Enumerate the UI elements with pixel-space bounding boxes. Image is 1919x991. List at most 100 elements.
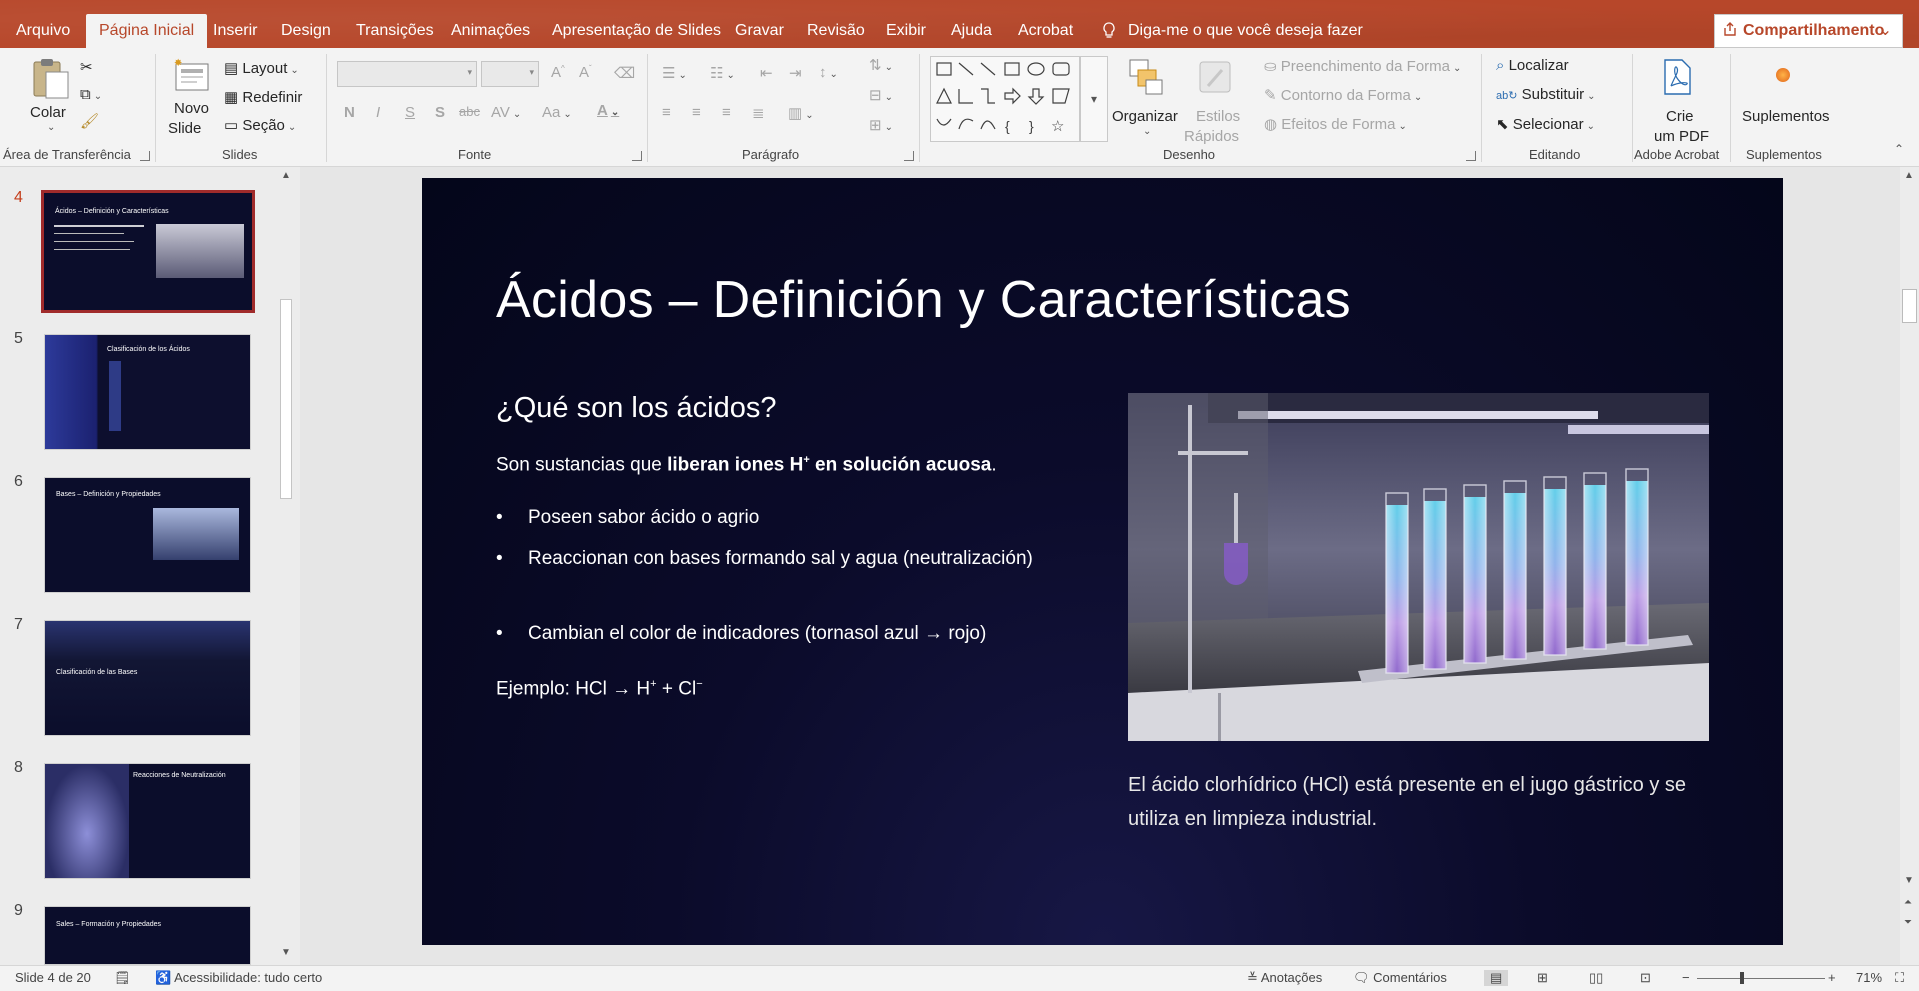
shape-fill-button[interactable]: ⛀ Preenchimento da Forma ⌄	[1264, 57, 1461, 75]
replace-button[interactable]: ab↻ Substituir ⌄	[1496, 86, 1596, 103]
strikethrough-icon[interactable]: abc	[459, 104, 480, 119]
addins-button[interactable]: Suplementos	[1740, 56, 1830, 146]
shape-outline-button[interactable]: ✎ Contorno da Forma ⌄	[1264, 86, 1422, 104]
paste-button[interactable]: Colar ⌄	[24, 54, 74, 133]
shape-effects-button[interactable]: ◍ Efeitos de Forma ⌄	[1264, 115, 1407, 133]
slide-thumbnail-4[interactable]: Ácidos – Definición y Características	[41, 190, 255, 313]
notes-edit-icon[interactable]: 🗒	[114, 970, 131, 986]
scroll-down-icon[interactable]: ▼	[281, 947, 291, 958]
slide-title[interactable]: Ácidos – Definición y Características	[496, 270, 1351, 330]
format-painter-icon[interactable]: 🖌	[80, 112, 99, 130]
align-text-icon[interactable]: ⊟ ⌄	[869, 86, 893, 104]
quick-styles-button[interactable]: Estilos Rápidos	[1182, 56, 1252, 145]
collapse-ribbon-icon[interactable]: ⌃	[1894, 142, 1904, 156]
tab-slideshow[interactable]: Apresentação de Slides	[546, 16, 727, 46]
font-color-icon[interactable]: A ⌄	[597, 102, 619, 119]
align-left-icon[interactable]: ≡	[662, 104, 671, 121]
lab-test-tubes-image[interactable]	[1128, 393, 1709, 741]
example-text[interactable]: Ejemplo: HCl → H+ + Cl−	[496, 678, 703, 700]
scroll-thumb[interactable]	[280, 299, 292, 499]
tab-acrobat[interactable]: Acrobat	[1012, 16, 1079, 46]
slide-thumbnail-5[interactable]: Clasificación de los Ácidos	[44, 334, 251, 450]
zoom-slider-handle[interactable]	[1740, 972, 1744, 984]
zoom-level[interactable]: 71%	[1856, 970, 1882, 985]
next-slide-icon[interactable]: ⏷	[1904, 917, 1912, 928]
bullet-item[interactable]: • Poseen sabor ácido o agrio	[496, 507, 759, 529]
current-slide[interactable]: Ácidos – Definición y Características ¿Q…	[422, 178, 1783, 945]
share-button[interactable]: Compartilhamento ⌄	[1714, 14, 1903, 48]
zoom-in-icon[interactable]: +	[1828, 970, 1836, 985]
tab-insert[interactable]: Inserir	[207, 16, 263, 46]
underline-icon[interactable]: S	[405, 104, 415, 121]
slideshow-icon[interactable]: ⊡	[1640, 970, 1651, 986]
slide-thumbnail-9[interactable]: Sales – Formación y Propiedades	[44, 906, 251, 965]
select-button[interactable]: ⬉ Selecionar ⌄	[1496, 115, 1595, 133]
text-direction-icon[interactable]: ⇅ ⌄	[869, 56, 893, 74]
tab-view[interactable]: Exibir	[880, 16, 932, 46]
notes-button[interactable]: ≚ Anotações	[1247, 970, 1322, 986]
align-right-icon[interactable]: ≡	[722, 104, 731, 121]
shapes-gallery[interactable]: {} ☆	[930, 56, 1080, 142]
tell-me-box[interactable]: Diga-me o que você deseja fazer	[1102, 16, 1363, 46]
arrange-button[interactable]: Organizar ⌄	[1112, 56, 1182, 142]
previous-slide-icon[interactable]: ⏶	[1904, 897, 1912, 908]
tab-transitions[interactable]: Transições	[350, 16, 440, 46]
shadow-icon[interactable]: S	[435, 104, 445, 121]
char-spacing-icon[interactable]: AV ⌄	[491, 104, 521, 121]
image-caption[interactable]: El ácido clorhídrico (HCl) está presente…	[1128, 768, 1728, 836]
slide-thumbnail-6[interactable]: Bases – Definición y Propiedades	[44, 477, 251, 593]
line-spacing-icon[interactable]: ↕ ⌄	[819, 64, 838, 81]
zoom-out-icon[interactable]: −	[1682, 970, 1690, 985]
comments-button[interactable]: 🗨 Comentários	[1353, 970, 1447, 986]
change-case-icon[interactable]: Aa ⌄	[542, 104, 572, 121]
reset-button[interactable]: ▦ Redefinir	[224, 88, 302, 106]
copy-icon[interactable]: ⧉ ⌄	[80, 86, 102, 103]
slide-thumbnail-8[interactable]: Reacciones de Neutralización	[44, 763, 251, 879]
tab-animations[interactable]: Animações	[445, 16, 536, 46]
numbering-icon[interactable]: ☷ ⌄	[710, 64, 735, 82]
create-pdf-button[interactable]: Crie um PDF	[1642, 56, 1712, 146]
bullet-item[interactable]: • Cambian el color de indicadores (tornas…	[496, 623, 986, 645]
scroll-up-icon[interactable]: ▲	[1904, 170, 1914, 181]
align-center-icon[interactable]: ≡	[692, 104, 701, 121]
clipboard-launcher-icon[interactable]	[140, 151, 150, 161]
drawing-launcher-icon[interactable]	[1466, 151, 1476, 161]
section-button[interactable]: ▭ Seção ⌄	[224, 116, 296, 134]
thumbnail-scrollbar[interactable]: ▲ ▼	[277, 167, 295, 965]
shapes-more-button[interactable]: ▾	[1080, 56, 1108, 142]
paragraph-launcher-icon[interactable]	[904, 151, 914, 161]
clear-format-icon[interactable]: ⌫	[614, 64, 635, 82]
font-size-combo[interactable]: ▾	[481, 61, 539, 87]
reading-view-icon[interactable]: ▯▯	[1589, 970, 1603, 986]
bullets-icon[interactable]: ☰ ⌄	[662, 64, 687, 82]
scroll-up-icon[interactable]: ▲	[281, 170, 291, 181]
justify-icon[interactable]: ≣	[752, 104, 765, 122]
tab-file[interactable]: Arquivo	[10, 16, 76, 46]
tab-help[interactable]: Ajuda	[945, 16, 998, 46]
smartart-icon[interactable]: ⊞ ⌄	[869, 116, 893, 134]
bold-icon[interactable]: N	[344, 104, 355, 121]
font-launcher-icon[interactable]	[632, 151, 642, 161]
cut-icon[interactable]: ✂	[80, 58, 93, 76]
italic-icon[interactable]: I	[376, 104, 380, 121]
fit-to-window-icon[interactable]: ⛶	[1895, 970, 1904, 986]
slide-subtitle[interactable]: ¿Qué son los ácidos?	[496, 392, 776, 425]
slide-thumbnail-7[interactable]: Clasificación de las Bases	[44, 620, 251, 736]
tab-design[interactable]: Design	[275, 16, 337, 46]
columns-icon[interactable]: ▥ ⌄	[788, 104, 814, 122]
font-name-combo[interactable]: ▾	[337, 61, 477, 87]
slide-scrollbar[interactable]: ▲ ▼ ⏶ ⏷	[1900, 167, 1919, 965]
increase-indent-icon[interactable]: ⇥	[789, 64, 802, 82]
bullet-item[interactable]: • Reaccionan con bases formando sal y agu…	[496, 548, 1033, 570]
scroll-down-icon[interactable]: ▼	[1904, 875, 1914, 886]
scroll-thumb[interactable]	[1902, 289, 1917, 323]
decrease-indent-icon[interactable]: ⇤	[760, 64, 773, 82]
tab-home[interactable]: Página Inicial	[86, 14, 208, 48]
slide-lead-text[interactable]: Son sustancias que liberan iones H+ en s…	[496, 454, 997, 476]
shrink-font-icon[interactable]: Aˇ	[579, 64, 592, 81]
layout-button[interactable]: ▤ Layout ⌄	[224, 59, 299, 77]
grow-font-icon[interactable]: A^	[551, 64, 565, 81]
normal-view-icon[interactable]: ▤	[1484, 970, 1509, 986]
accessibility-status[interactable]: ♿ Acessibilidade: tudo certo	[155, 970, 322, 986]
tab-record[interactable]: Gravar	[729, 16, 790, 46]
